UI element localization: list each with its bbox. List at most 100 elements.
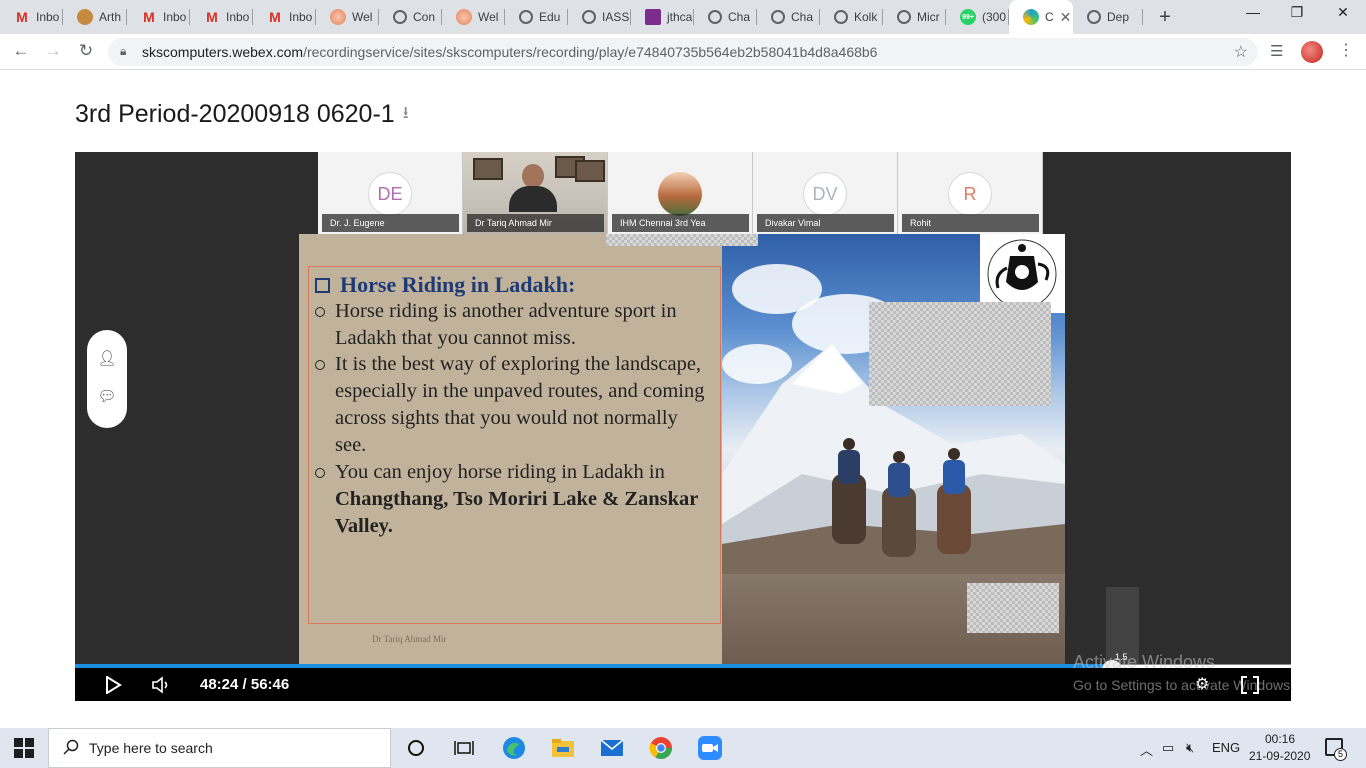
browser-tab[interactable]: Con [379, 0, 442, 34]
browser-tab[interactable]: 99+ (300 [946, 0, 1009, 34]
webex-flower-icon [456, 9, 472, 25]
checkbox-bullet-icon [315, 278, 330, 293]
participant-name: Dr. J. Eugene [322, 214, 459, 232]
windows-start-icon[interactable] [14, 738, 34, 758]
search-icon [63, 739, 79, 755]
gmail-icon: M [143, 9, 155, 25]
edge-icon[interactable] [500, 734, 528, 762]
cortana-icon[interactable] [402, 734, 430, 762]
browser-tab[interactable]: M Inbo [190, 0, 253, 34]
clock-date[interactable]: 21-09-2020 [1249, 749, 1310, 763]
browser-menu-icon[interactable]: ⋮ [1338, 40, 1354, 60]
lock-icon[interactable]: 🔒︎ [120, 44, 126, 59]
minimize-button[interactable]: — [1230, 4, 1276, 20]
browser-toolbar: ← → ↻ 🔒︎ skscomputers.webex.com/recordin… [0, 34, 1366, 70]
slide-bullet: It is the best way of exploring the land… [315, 351, 711, 459]
browser-tab[interactable]: Dep [1073, 0, 1143, 34]
tab-label: Cha [728, 10, 751, 24]
participant-avatar: DV [803, 172, 847, 216]
close-tab-icon[interactable]: ✕ [1060, 9, 1072, 26]
browser-tab[interactable]: Cha [757, 0, 820, 34]
play-icon[interactable] [104, 676, 122, 694]
bookmark-star-icon[interactable]: ☆ [1234, 42, 1248, 62]
close-window-button[interactable]: ✕ [1320, 4, 1366, 21]
chat-icon[interactable]: 💬︎ [97, 386, 117, 406]
reload-icon[interactable]: ↻ [75, 41, 97, 61]
back-icon[interactable]: ← [10, 41, 32, 61]
wall-picture [575, 160, 605, 182]
browser-tab[interactable]: IASS [568, 0, 631, 34]
participant-tile[interactable]: R Rohit [898, 152, 1043, 234]
new-tab-button[interactable]: + [1155, 6, 1175, 29]
speaker-muted-icon[interactable]: 🔇︎ [1186, 740, 1194, 756]
browser-tab[interactable]: Wel [316, 0, 379, 34]
bullet-plain-text: Horse riding is another adventure sport … [335, 300, 677, 349]
circle-bullet-icon [315, 360, 325, 370]
globe-icon [393, 10, 407, 24]
participants-icon[interactable]: 👤︎ [97, 348, 117, 368]
reading-list-icon[interactable]: ☰ [1270, 42, 1283, 60]
bullet-plain-text: You can enjoy horse riding in Ladakh in [335, 461, 665, 483]
slide-footer: Dr Tariq Ahmad Mir [372, 634, 447, 644]
browser-tab[interactable]: Arth [63, 0, 127, 34]
gmail-icon: M [16, 9, 28, 25]
url-host: skscomputers.webex.com [142, 44, 304, 60]
language-indicator[interactable]: ENG [1212, 740, 1240, 755]
globe-icon [834, 10, 848, 24]
chevron-up-icon[interactable]: ︿ [1140, 740, 1153, 759]
side-panel-toggle: 👤︎ 💬︎ [87, 330, 127, 428]
bullet-bold-text: Changthang, Tso Moriri Lake & Zanskar Va… [335, 488, 699, 537]
participant-tile[interactable]: Dr Tariq Ahmad Mir [463, 152, 608, 234]
browser-tab[interactable]: C ✕ [1009, 0, 1073, 34]
battery-icon[interactable]: ▭ [1162, 740, 1174, 756]
participant-name: IHM Chennai 3rd Yea [612, 214, 749, 232]
participant-name: Dr Tariq Ahmad Mir [467, 214, 604, 232]
tab-label: Wel [352, 10, 373, 24]
tab-label: Dep [1107, 10, 1130, 24]
mail-icon[interactable] [598, 734, 626, 762]
participant-tile[interactable]: DE Dr. J. Eugene [318, 152, 463, 234]
activate-windows-subtitle: Go to Settings to activate Windows. [1073, 677, 1294, 693]
forward-icon[interactable]: → [42, 41, 64, 61]
tab-label: Inbo [163, 10, 187, 24]
maximize-button[interactable]: ❐ [1274, 4, 1320, 21]
browser-tab[interactable]: Kolk [820, 0, 883, 34]
volume-icon[interactable] [151, 676, 171, 694]
globe-icon [771, 10, 785, 24]
tab-label: (300 [982, 10, 1007, 24]
slide-title: Horse Riding in Ladakh: [315, 272, 575, 298]
tab-label: Inbo [36, 10, 60, 24]
tab-label: C [1045, 10, 1054, 24]
browser-tab[interactable]: Micr [883, 0, 946, 34]
browser-tab[interactable]: M Inbo [253, 0, 316, 34]
playback-time: 48:24 / 56:46 [200, 676, 290, 693]
browser-tab[interactable]: Cha [694, 0, 757, 34]
chrome-icon[interactable] [647, 734, 675, 762]
task-view-icon[interactable] [450, 734, 478, 762]
browser-tab[interactable]: Wel [442, 0, 505, 34]
participant-name: Rohit [902, 214, 1039, 232]
clock-time[interactable]: 00:16 [1265, 732, 1295, 746]
file-explorer-icon[interactable] [549, 734, 577, 762]
browser-tab[interactable]: Edu [505, 0, 568, 34]
slide-bullet-text: It is the best way of exploring the land… [335, 351, 711, 459]
participant-strip: DE Dr. J. Eugene Dr Tariq Ahmad Mir IHM Che… [318, 152, 1045, 234]
webex-flower-icon [330, 9, 346, 25]
profile-avatar[interactable] [1301, 41, 1323, 63]
video-player[interactable]: DE Dr. J. Eugene Dr Tariq Ahmad Mir IHM Che… [75, 152, 1291, 701]
slide-bullet: You can enjoy horse riding in Ladakh in … [315, 459, 711, 540]
participant-tile[interactable]: IHM Chennai 3rd Yea [608, 152, 753, 234]
zoom-icon[interactable] [696, 734, 724, 762]
redacted-area [869, 302, 1051, 406]
participant-tile[interactable]: DV Divakar Vimal [753, 152, 898, 234]
ladakh-horse-riding-photo [722, 234, 1065, 664]
browser-tab[interactable]: jthca [631, 0, 694, 34]
taskbar-search-box[interactable]: Type here to search [48, 728, 391, 768]
tab-label: Kolk [854, 10, 878, 24]
tab-label: IASS [602, 10, 630, 24]
browser-tab[interactable]: M Inbo [0, 0, 63, 34]
address-bar[interactable]: 🔒︎ skscomputers.webex.com/recordingservi… [108, 38, 1258, 66]
browser-tab[interactable]: M Inbo [127, 0, 190, 34]
slide-text-panel: Horse Riding in Ladakh: Horse riding is … [299, 234, 722, 664]
download-icon[interactable]: ⭳ [403, 100, 409, 129]
